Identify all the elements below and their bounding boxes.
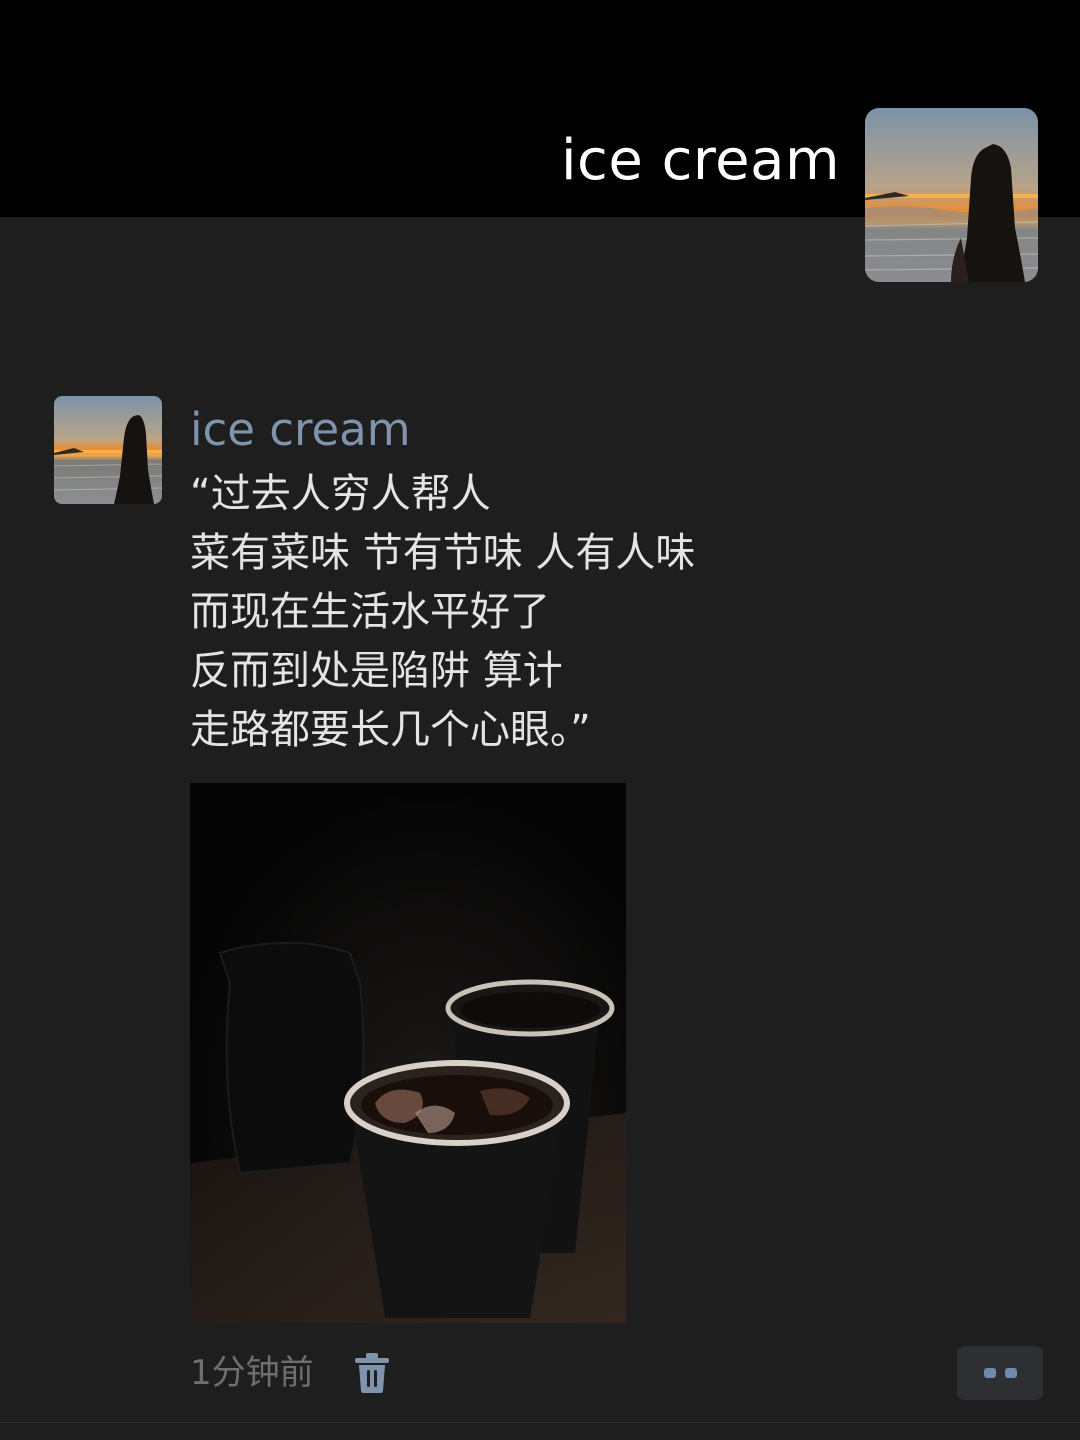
- more-actions-button[interactable]: [957, 1346, 1043, 1400]
- author-avatar[interactable]: [54, 396, 162, 504]
- post-text: “过去人穷人帮人 菜有菜味 节有节味 人有人味 而现在生活水平好了 反而到处是陷…: [190, 465, 950, 760]
- post-text-line: 菜有菜味 节有节味 人有人味: [190, 530, 696, 576]
- divider: [0, 1422, 1080, 1423]
- post-text-line: 走路都要长几个心眼。”: [190, 707, 591, 753]
- post-text-line: 反而到处是陷阱 算计: [190, 648, 563, 694]
- cover-display-name: ice cream: [560, 128, 840, 193]
- post-timestamp: 1分钟前: [190, 1353, 314, 1393]
- more-dots-icon: [984, 1368, 996, 1378]
- post-text-line: 而现在生活水平好了: [190, 589, 550, 635]
- author-name-link[interactable]: ice cream: [190, 402, 411, 458]
- moments-page: ice cream ice cream “过去人穷人帮人 菜有菜味 节有节味 人…: [0, 0, 1080, 1440]
- profile-avatar[interactable]: [865, 108, 1038, 282]
- delete-button[interactable]: [352, 1352, 392, 1394]
- post-text-line: “过去人穷人帮人: [190, 471, 491, 517]
- more-dots-icon: [1005, 1368, 1017, 1378]
- post-photo[interactable]: [190, 783, 626, 1323]
- trash-icon: [355, 1353, 389, 1393]
